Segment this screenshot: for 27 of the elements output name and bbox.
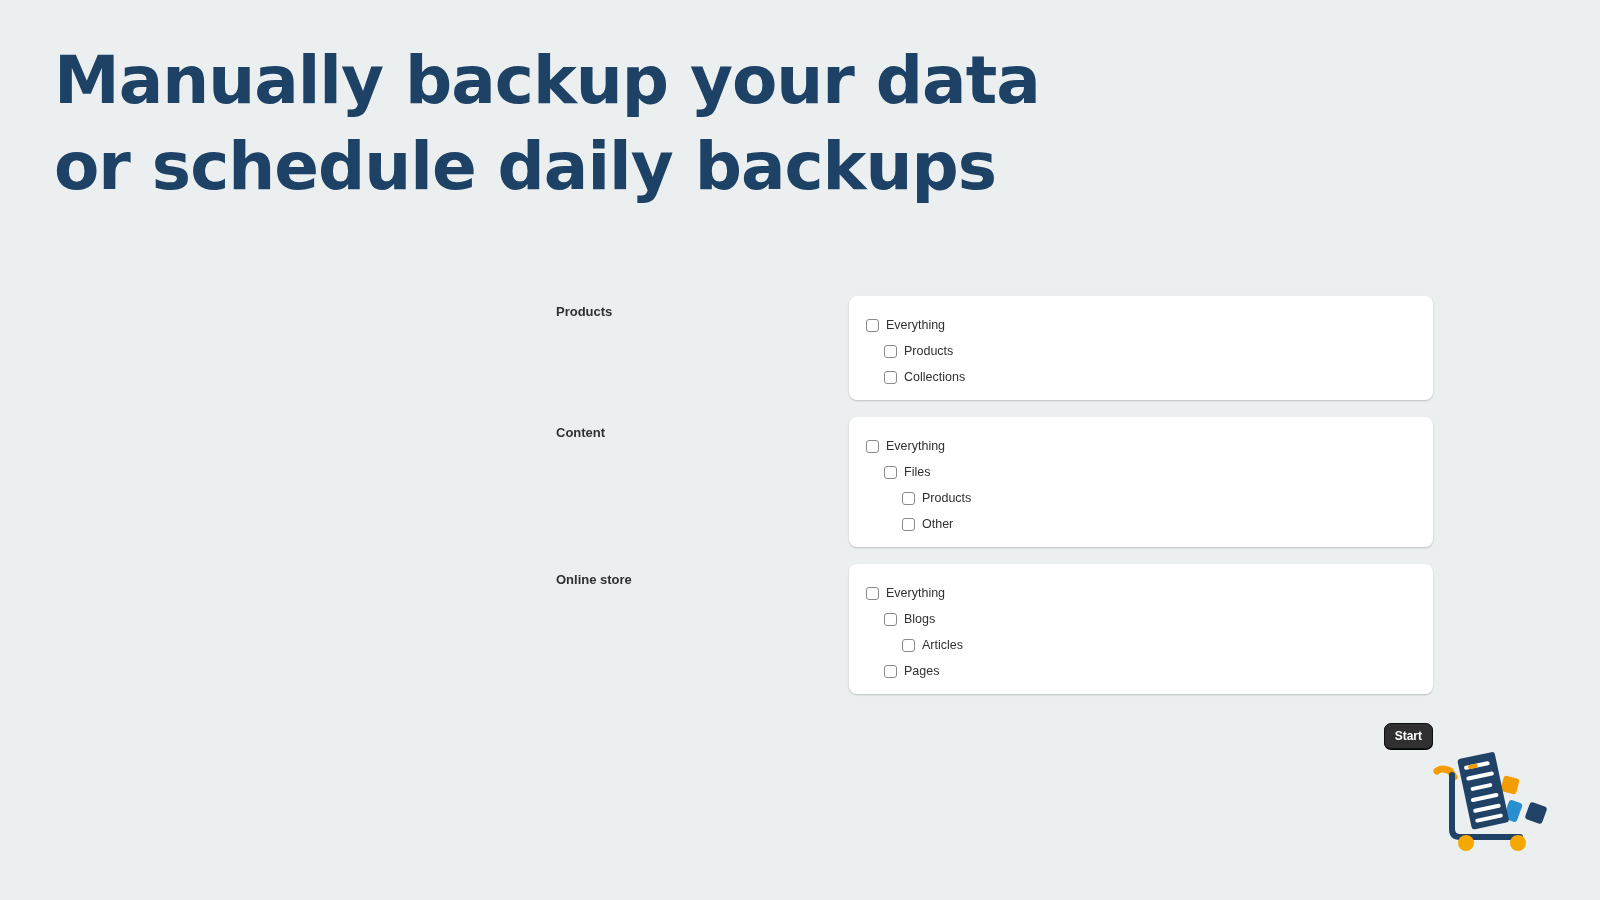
checkbox[interactable]: [884, 370, 897, 384]
checkbox[interactable]: [902, 638, 915, 652]
checkbox[interactable]: [884, 664, 897, 678]
checkbox[interactable]: [902, 517, 915, 531]
checkbox-label: Products: [904, 344, 954, 358]
checkbox[interactable]: [866, 439, 879, 453]
checkbox-label: Pages: [904, 664, 940, 678]
checkbox-label: Collections: [904, 370, 966, 384]
checkbox[interactable]: [884, 612, 897, 626]
checkbox[interactable]: [866, 318, 879, 332]
section-label: Products: [556, 303, 614, 321]
checkbox-label: Other: [922, 517, 954, 531]
checkbox-label: Everything: [886, 318, 946, 332]
checkbox[interactable]: [884, 344, 897, 358]
checkbox-label: Products: [922, 491, 972, 505]
section-label: Content: [556, 424, 607, 442]
checkbox-label: Articles: [922, 638, 963, 652]
checkbox[interactable]: [866, 586, 879, 600]
checkbox-label: Everything: [886, 586, 946, 600]
checkbox[interactable]: [884, 465, 897, 479]
checkbox-label: Everything: [886, 439, 946, 453]
start-button[interactable]: Start: [1383, 723, 1433, 749]
page-heading: Manually backup your data or schedule daily backups: [53, 41, 1041, 207]
checkbox-label: Blogs: [904, 612, 936, 626]
section-label: Online store: [556, 571, 633, 589]
checkbox[interactable]: [902, 491, 915, 505]
checkbox-label: Files: [904, 465, 931, 479]
